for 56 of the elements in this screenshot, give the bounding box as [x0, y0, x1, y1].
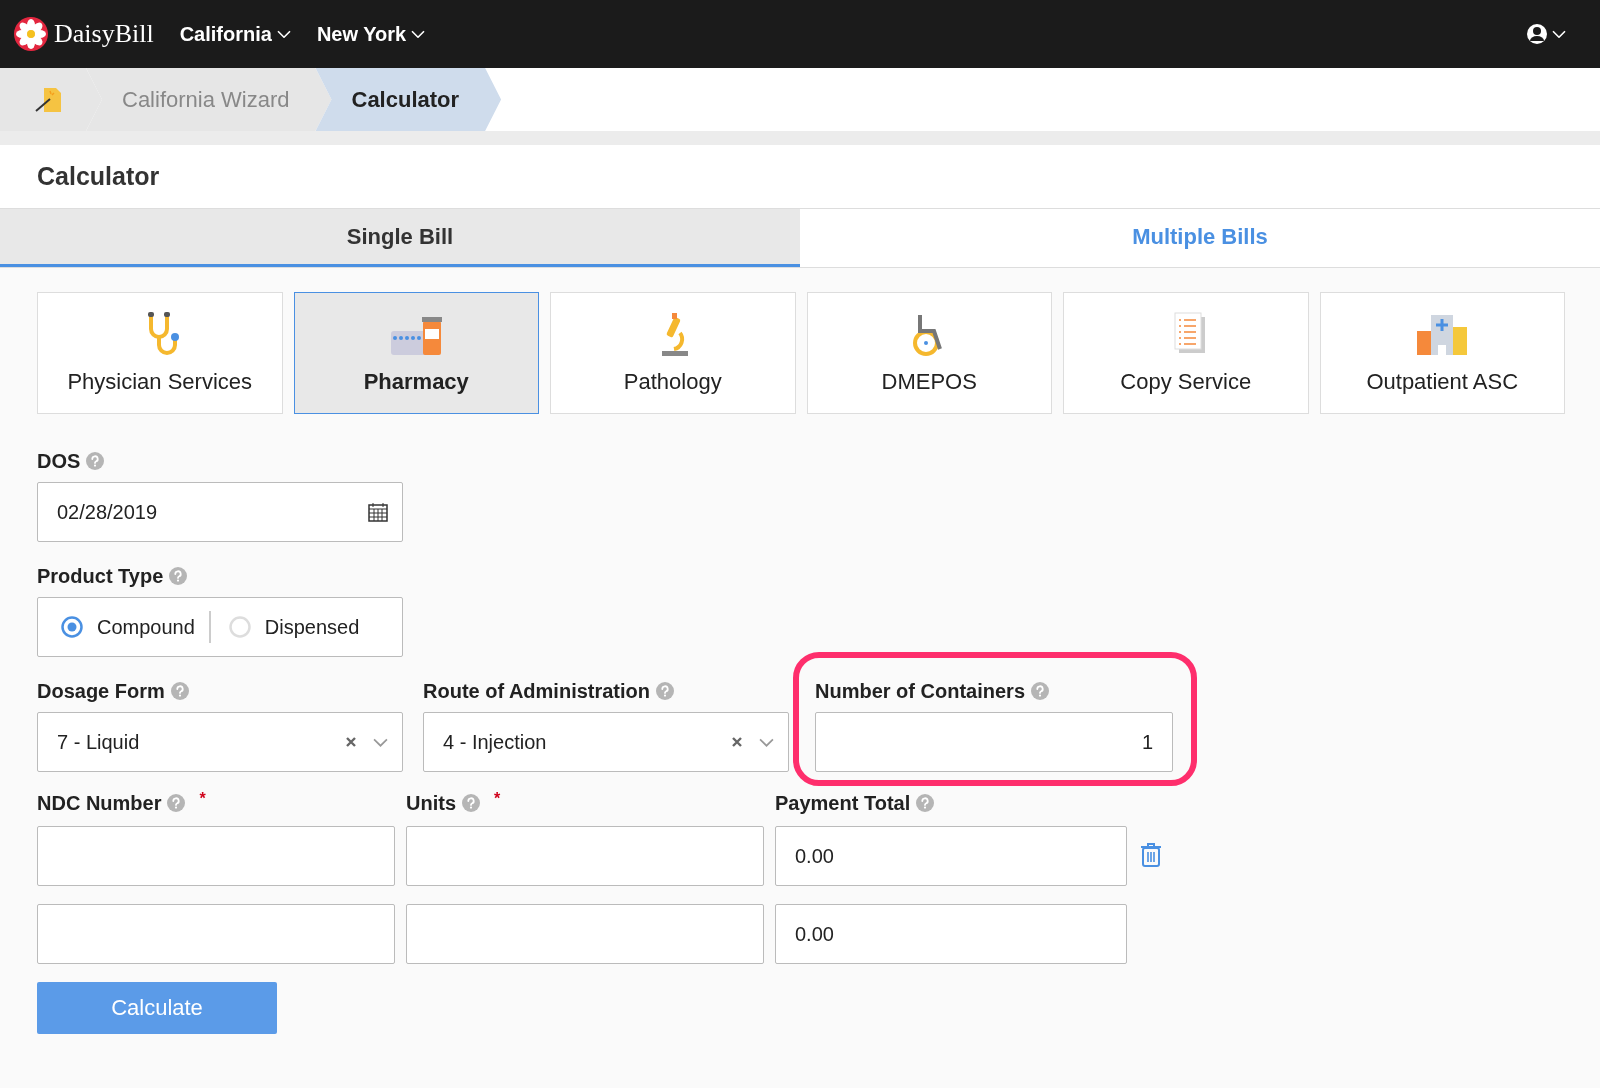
radio-icon[interactable]: [61, 616, 83, 638]
number-field[interactable]: 1: [815, 712, 1173, 772]
radio-option[interactable]: Compound: [57, 615, 209, 639]
help-icon[interactable]: [1031, 682, 1050, 700]
service-card[interactable]: Copy Service: [1063, 292, 1309, 414]
user-icon: [1526, 23, 1548, 45]
help-icon[interactable]: [169, 567, 188, 585]
field-label: DOS: [37, 449, 81, 473]
chevron-down-icon: [759, 737, 774, 747]
chevron-down-icon: [1552, 29, 1566, 39]
brand-name: DaisyBill: [54, 19, 154, 49]
ndc-field[interactable]: [37, 826, 395, 886]
payment-field[interactable]: 0.00: [775, 826, 1127, 886]
field-label: Product Type: [37, 564, 164, 588]
nav-menu[interactable]: New York: [316, 22, 426, 46]
service-card[interactable]: Physician Services: [37, 292, 283, 414]
field-label: NDC Number: [37, 791, 162, 815]
tab[interactable]: Single Bill: [0, 209, 800, 267]
chevron-down-icon: [276, 29, 291, 39]
select-field[interactable]: 4 - Injection: [423, 712, 789, 772]
service-card[interactable]: DMEPOS: [806, 292, 1052, 414]
breadcrumb-home[interactable]: [0, 68, 102, 131]
help-icon[interactable]: [86, 452, 105, 470]
units-field[interactable]: [406, 826, 764, 886]
radio-option[interactable]: Dispensed: [224, 615, 374, 639]
page-title: Calculator: [37, 162, 160, 191]
select-field[interactable]: 7 - Liquid: [37, 712, 403, 772]
ndc-field[interactable]: [37, 904, 395, 964]
field-label: Dosage Form: [37, 679, 165, 703]
field-label: Payment Total: [775, 791, 911, 815]
required-mark: *: [494, 790, 501, 808]
help-icon[interactable]: [167, 794, 186, 812]
clear-icon[interactable]: [345, 736, 357, 748]
units-field[interactable]: [406, 904, 764, 964]
help-icon[interactable]: [462, 794, 480, 812]
field-label: Units: [406, 791, 456, 815]
field-label: Number of Containers: [815, 679, 1026, 703]
help-icon[interactable]: [916, 794, 935, 812]
date-field[interactable]: 02/28/2019: [37, 482, 403, 542]
field-label: Route of Administration: [423, 679, 651, 703]
chevron-down-icon: [411, 29, 426, 39]
help-icon[interactable]: [170, 682, 189, 700]
delete-button[interactable]: [1138, 842, 1164, 870]
payment-field[interactable]: 0.00: [775, 904, 1127, 964]
service-card[interactable]: Pharmacy: [293, 292, 539, 414]
help-icon[interactable]: [656, 682, 675, 700]
flower-logo-icon: [14, 17, 48, 51]
breadcrumb-link[interactable]: Calculator: [315, 68, 502, 131]
required-mark: *: [199, 790, 206, 808]
service-card[interactable]: Pathology: [550, 292, 796, 414]
calendar-icon: [368, 502, 388, 522]
clear-icon[interactable]: [731, 736, 743, 748]
chevron-down-icon: [373, 737, 388, 747]
trash-icon: [1140, 842, 1162, 868]
service-card[interactable]: Outpatient ASC: [1319, 292, 1565, 414]
nav-menu[interactable]: California: [179, 22, 291, 46]
